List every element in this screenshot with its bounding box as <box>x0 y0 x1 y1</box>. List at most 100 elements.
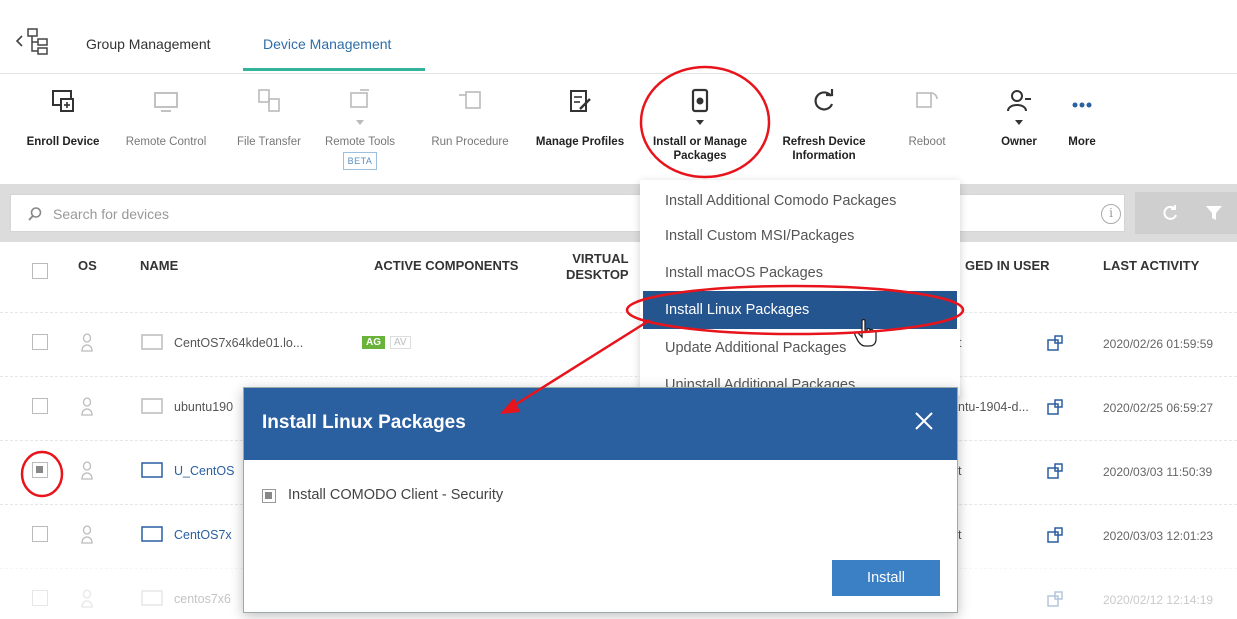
enroll-device-button[interactable]: Enroll Device <box>20 75 106 183</box>
assign-owner-icon[interactable] <box>1047 335 1063 351</box>
manage-profiles-icon <box>570 90 591 112</box>
table-row[interactable]: CentOS7x64kde01.lo... AG AV t 2020/02/26… <box>0 312 1237 372</box>
monitor-icon <box>154 92 178 112</box>
logged-in-user: t <box>958 464 962 478</box>
owner-button[interactable]: Owner <box>992 75 1046 183</box>
last-activity: 2020/03/03 12:01:23 <box>1103 529 1214 543</box>
reboot-label: Reboot <box>908 136 946 148</box>
device-name-link[interactable]: CentOS7x <box>174 528 232 542</box>
install-manage-label: Install or Manage Packages <box>646 135 754 163</box>
ag-badge: AG <box>362 336 385 349</box>
remote-tools-text: Remote Tools <box>324 136 396 148</box>
row-checkbox[interactable] <box>32 590 48 606</box>
row-checkbox[interactable] <box>32 526 48 542</box>
row-checkbox[interactable] <box>32 398 48 414</box>
tab-device-management[interactable]: Device Management <box>263 36 391 52</box>
column-virtual-desktop[interactable]: VIRTUAL DESKTOP <box>566 251 629 283</box>
column-active-components[interactable]: ACTIVE COMPONENTS <box>374 258 518 273</box>
linux-os-icon <box>81 461 93 480</box>
menu-item-install-comodo[interactable]: Install Additional Comodo Packages <box>640 182 960 220</box>
install-packages-dropdown: Install Additional Comodo Packages Insta… <box>640 180 960 396</box>
dialog-header: Install Linux Packages <box>244 388 957 460</box>
search-bar: Search for devices i <box>0 184 1237 242</box>
file-transfer-icon <box>258 89 280 112</box>
remote-tools-icon <box>350 89 369 108</box>
refresh-device-information-button[interactable]: Refresh Device Information <box>770 75 878 183</box>
linux-os-icon <box>81 333 93 352</box>
filter-icon[interactable] <box>1205 204 1223 222</box>
assign-owner-icon[interactable] <box>1047 399 1063 415</box>
linux-os-icon <box>81 525 93 544</box>
logged-in-user: ntu-1904-d... <box>958 400 1029 414</box>
active-tab-indicator <box>243 68 425 71</box>
reboot-icon <box>916 92 938 108</box>
comodo-client-label: Install COMODO Client - Security <box>288 487 504 503</box>
install-button[interactable]: Install <box>832 560 940 596</box>
linux-os-icon <box>81 397 93 416</box>
file-transfer-button[interactable]: File Transfer <box>226 75 312 183</box>
beta-badge: BETA <box>342 152 378 170</box>
column-os[interactable]: OS <box>78 258 97 273</box>
virtual-header-1: VIRTUAL <box>572 251 629 266</box>
remote-control-label: Remote Control <box>125 136 207 148</box>
row-checkbox-checked[interactable] <box>32 462 48 478</box>
owner-label: Owner <box>1001 136 1037 148</box>
device-name-link[interactable]: CentOS7x64kde01.lo... <box>174 336 303 350</box>
linux-os-icon <box>81 589 93 608</box>
refresh-icon <box>814 89 834 111</box>
av-badge: AV <box>390 336 411 349</box>
run-procedure-icon <box>459 91 481 109</box>
column-logged-in-user[interactable]: GED IN USER <box>965 258 1050 273</box>
remote-tools-caret-icon <box>356 120 364 125</box>
tab-group-management[interactable]: Group Management <box>86 36 211 52</box>
refresh-text-2: Information <box>792 150 856 162</box>
search-icon <box>28 207 42 221</box>
menu-item-update-packages[interactable]: Update Additional Packages <box>640 329 960 367</box>
owner-icon <box>1007 90 1031 112</box>
file-transfer-label: File Transfer <box>237 136 301 148</box>
device-icon <box>141 334 163 350</box>
install-manage-packages-button[interactable]: Install or Manage Packages <box>646 75 754 183</box>
device-name-link[interactable]: centos7x6 <box>174 592 231 606</box>
run-procedure-label: Run Procedure <box>431 136 509 148</box>
comodo-client-checkbox[interactable] <box>262 489 276 503</box>
manage-profiles-button[interactable]: Manage Profiles <box>528 75 632 183</box>
menu-item-install-macos[interactable]: Install macOS Packages <box>640 254 960 292</box>
last-activity: 2020/02/25 06:59:27 <box>1103 401 1214 415</box>
device-icon <box>141 398 163 414</box>
back-hierarchy-icon[interactable] <box>14 26 58 56</box>
search-actions <box>1135 192 1237 234</box>
device-toolbar: Enroll Device Remote Control File Transf… <box>0 75 1237 183</box>
assign-owner-icon[interactable] <box>1047 463 1063 479</box>
enroll-label: Enroll Device <box>26 136 100 148</box>
refresh-text-1: Refresh Device <box>782 136 866 148</box>
assign-owner-icon[interactable] <box>1047 527 1063 543</box>
dialog-title: Install Linux Packages <box>262 412 466 433</box>
refresh-label: Refresh Device Information <box>770 135 878 163</box>
remote-tools-label: Remote Tools BETA <box>320 135 400 170</box>
close-icon[interactable] <box>913 410 935 432</box>
remote-tools-button[interactable]: Remote Tools BETA <box>320 75 400 183</box>
install-manage-text-2: Packages <box>673 150 727 162</box>
refresh-list-icon[interactable] <box>1161 204 1179 222</box>
more-dots-icon <box>1072 102 1092 108</box>
column-last-activity[interactable]: LAST ACTIVITY <box>1103 258 1199 273</box>
remote-control-button[interactable]: Remote Control <box>114 75 218 183</box>
search-placeholder: Search for devices <box>53 206 169 222</box>
menu-item-install-custom-msi[interactable]: Install Custom MSI/Packages <box>640 217 960 255</box>
menu-item-install-linux[interactable]: Install Linux Packages <box>643 291 957 329</box>
row-checkbox[interactable] <box>32 334 48 350</box>
package-icon <box>691 88 709 113</box>
assign-owner-icon[interactable] <box>1047 591 1063 607</box>
device-name-link[interactable]: U_CentOS <box>174 464 234 478</box>
device-icon <box>141 590 163 606</box>
info-icon[interactable]: i <box>1101 204 1121 224</box>
enroll-device-icon <box>52 90 74 112</box>
device-name-link[interactable]: ubuntu190 <box>174 400 233 414</box>
run-procedure-button[interactable]: Run Procedure <box>420 75 520 183</box>
select-all-checkbox[interactable] <box>32 263 48 279</box>
more-button[interactable]: More <box>1060 75 1104 183</box>
reboot-button[interactable]: Reboot <box>896 75 958 183</box>
column-name[interactable]: NAME <box>140 258 178 273</box>
device-icon <box>141 526 163 542</box>
